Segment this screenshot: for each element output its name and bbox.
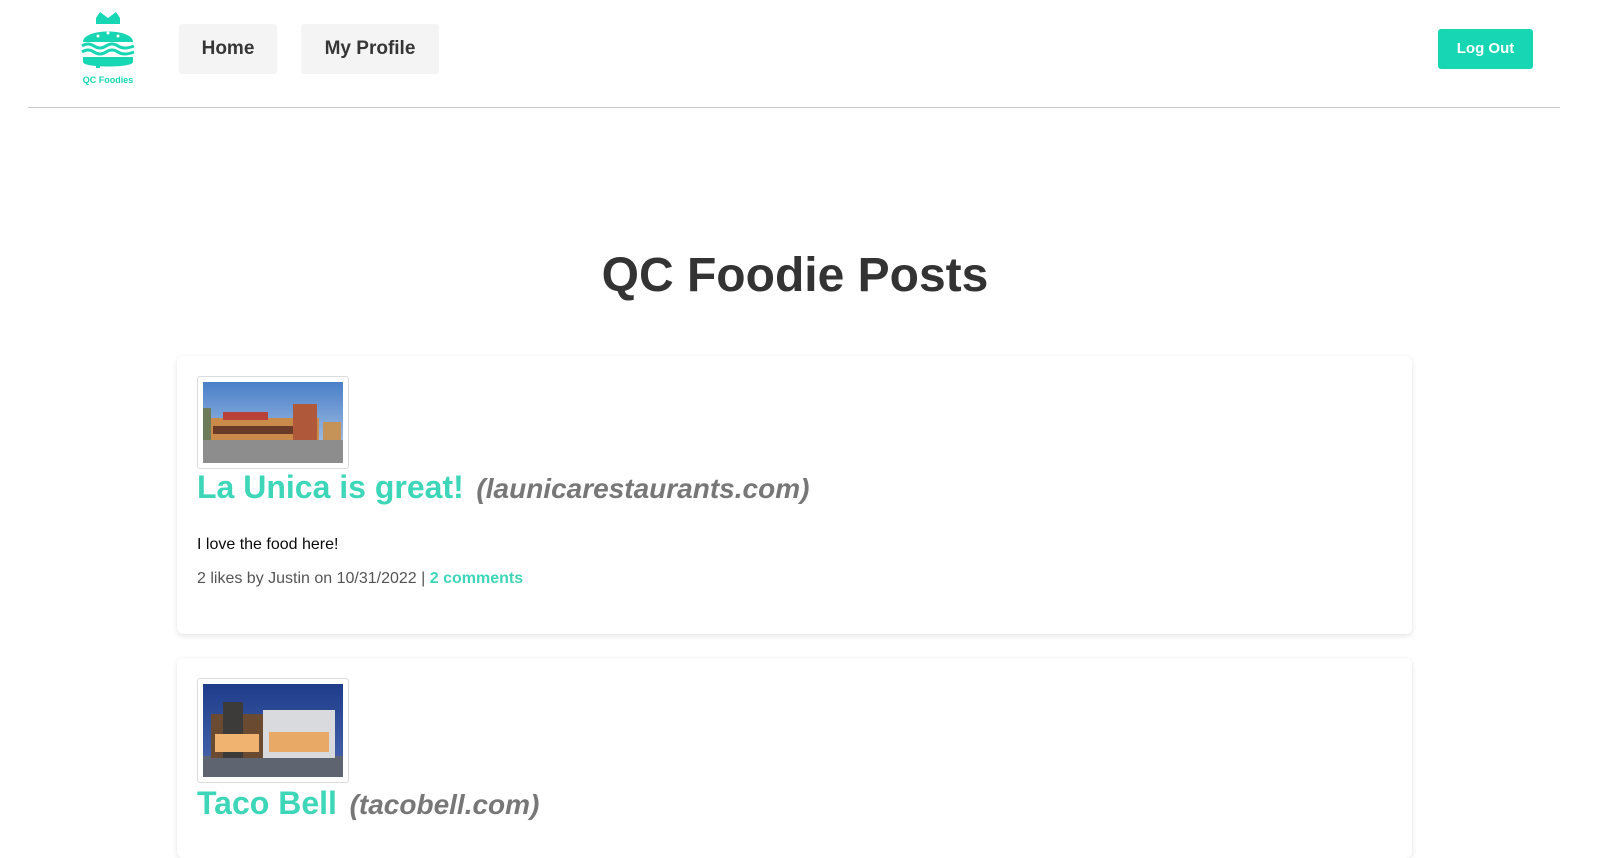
log-out-button[interactable]: Log Out <box>1438 29 1533 69</box>
post-thumbnail[interactable] <box>197 678 349 783</box>
page-title: QC Foodie Posts <box>601 249 989 302</box>
comments-link[interactable]: 2 comments <box>430 570 523 587</box>
post-meta-text: 2 likes by Justin on 10/31/2022 | <box>197 570 426 587</box>
post-title: Taco Bell (tacobell.com) <box>197 785 539 822</box>
post-title: La Unica is great! (launicarestaurants.c… <box>197 469 809 506</box>
post-title-link[interactable]: La Unica is great! <box>197 469 464 505</box>
home-nav-button[interactable]: Home <box>179 24 277 74</box>
post-meta: 2 likes by Justin on 10/31/2022 | 2 comm… <box>197 570 523 588</box>
restaurant-photo-icon <box>203 684 343 777</box>
post-card: La Unica is great! (launicarestaurants.c… <box>177 356 1412 634</box>
logo-text: QC Foodies <box>82 75 134 85</box>
post-thumbnail[interactable] <box>197 376 349 469</box>
restaurant-photo-icon <box>203 382 343 463</box>
my-profile-nav-button[interactable]: My Profile <box>301 24 439 74</box>
post-card: Taco Bell (tacobell.com) <box>177 658 1412 858</box>
post-title-link[interactable]: Taco Bell <box>197 785 337 821</box>
navbar: QC Foodies Home My Profile Log Out <box>28 0 1560 108</box>
post-body: I love the food here! <box>197 536 339 553</box>
burger-crown-icon <box>81 12 135 68</box>
post-domain: (launicarestaurants.com) <box>476 473 810 504</box>
post-domain: (tacobell.com) <box>349 789 540 820</box>
